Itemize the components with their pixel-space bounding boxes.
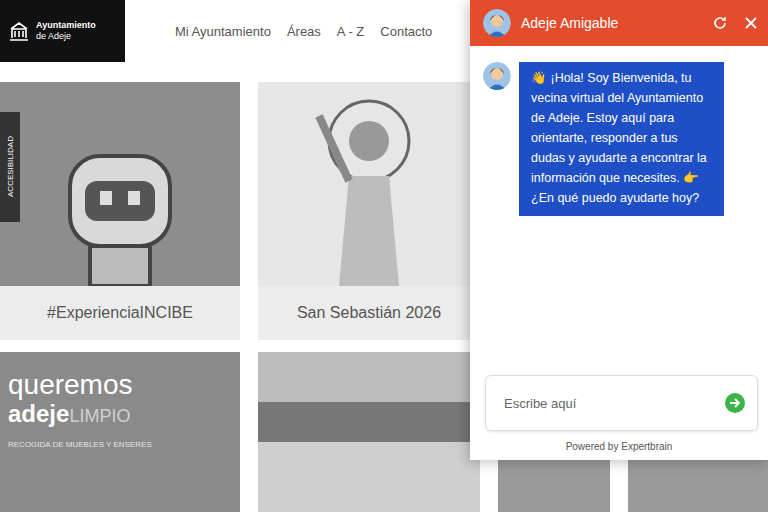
tile-label: San Sebastián 2026 [258, 286, 480, 340]
chat-message: 👋 ¡Hola! Soy Bienvenida, tu vecina virtu… [483, 62, 755, 216]
tile-image [0, 82, 240, 286]
chat-messages: 👋 ¡Hola! Soy Bienvenida, tu vecina virtu… [470, 46, 768, 375]
side-tile [498, 452, 610, 512]
tile-label: #ExperienciaINCIBE [0, 286, 240, 340]
close-icon[interactable] [744, 16, 758, 30]
saint-icon [309, 96, 429, 286]
logo-text: Ayuntamiento de Adeje [36, 20, 96, 42]
logo[interactable]: Ayuntamiento de Adeje [0, 0, 125, 62]
tile-image [258, 82, 480, 286]
nav-item[interactable]: Contacto [380, 24, 432, 39]
robot-icon [45, 126, 195, 286]
news-tile[interactable]: #ExperienciaINCIBE [0, 82, 240, 340]
chat-header: Adeje Amigable [470, 0, 768, 46]
nav-item[interactable]: A - Z [337, 24, 364, 39]
powered-by: Powered by Expertbrain [470, 431, 768, 460]
nav-item[interactable]: Mi Ayuntamiento [175, 24, 271, 39]
accessibility-tab[interactable]: ACCESIBILIDAD [0, 112, 20, 222]
chat-title: Adeje Amigable [521, 15, 696, 31]
screen: Ayuntamiento de Adeje Mi Ayuntamiento Áre… [0, 0, 768, 512]
avatar-icon [483, 62, 511, 90]
banner-tile[interactable]: queremos adejeLIMPIO RECOGIDA DE MUEBLES… [0, 352, 240, 512]
input-placeholder: Escribe aquí [504, 396, 576, 411]
nav-item[interactable]: Áreas [287, 24, 321, 39]
refresh-icon[interactable] [712, 15, 728, 31]
send-icon[interactable] [725, 393, 745, 413]
main-nav: Mi Ayuntamiento Áreas A - Z Contacto [175, 24, 432, 39]
avatar-icon [483, 9, 511, 37]
message-bubble: 👋 ¡Hola! Soy Bienvenida, tu vecina virtu… [519, 62, 724, 216]
message-input[interactable]: Escribe aquí [485, 375, 758, 431]
side-tile [628, 452, 768, 512]
town-hall-icon [8, 20, 30, 42]
news-tile[interactable]: San Sebastián 2026 [258, 82, 480, 340]
photo-tile[interactable] [258, 352, 480, 512]
chat-widget: Adeje Amigable 👋 ¡Hola! Soy Bienvenida, … [470, 0, 768, 460]
